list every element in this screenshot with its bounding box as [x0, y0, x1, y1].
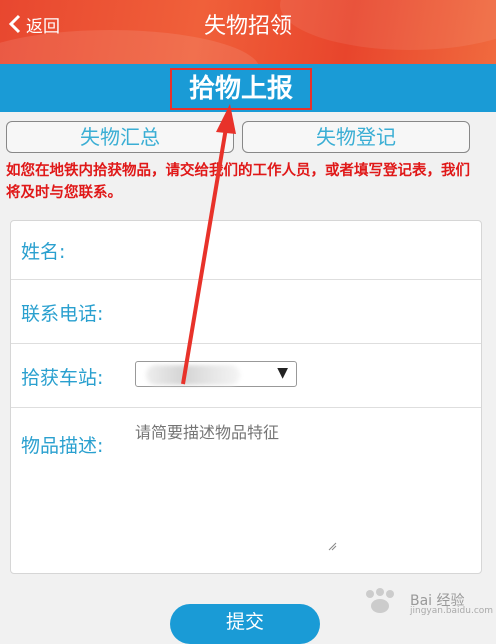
resize-handle-icon[interactable]: [327, 541, 337, 551]
name-label: 姓名:: [21, 241, 66, 263]
station-select[interactable]: ▼: [135, 361, 297, 387]
description-label: 物品描述:: [21, 435, 104, 457]
watermark-subtext: jingyan.baidu.com: [410, 606, 494, 616]
station-label: 拾获车站:: [21, 367, 104, 389]
blurred-station-value: [146, 365, 240, 385]
submit-button[interactable]: 提交: [170, 604, 320, 644]
paw-logo-icon: [366, 588, 394, 613]
section-title: 拾物上报: [170, 68, 312, 110]
phone-label: 联系电话:: [21, 303, 104, 325]
dropdown-arrow-icon: ▼: [277, 365, 288, 381]
report-form: 姓名: 联系电话: 拾获车站: ▼ 物品描述:: [10, 220, 482, 574]
tab-lost-summary[interactable]: 失物汇总: [6, 121, 234, 153]
name-input[interactable]: [131, 231, 465, 273]
form-row-name: 姓名:: [11, 221, 481, 280]
top-bar: 返回 失物招领: [0, 0, 496, 64]
watermark: Bai 经验 jingyan.baidu.com: [356, 584, 493, 616]
tab-lost-register[interactable]: 失物登记: [242, 121, 470, 153]
notice-text: 如您在地铁内拾获物品，请交给我们的工作人员，或者填写登记表，我们将及时与您联系。: [6, 163, 470, 201]
description-textarea[interactable]: [133, 417, 343, 555]
page-title: 失物招领: [203, 14, 292, 39]
form-row-phone: 联系电话:: [11, 279, 481, 344]
phone-input[interactable]: [131, 289, 465, 331]
